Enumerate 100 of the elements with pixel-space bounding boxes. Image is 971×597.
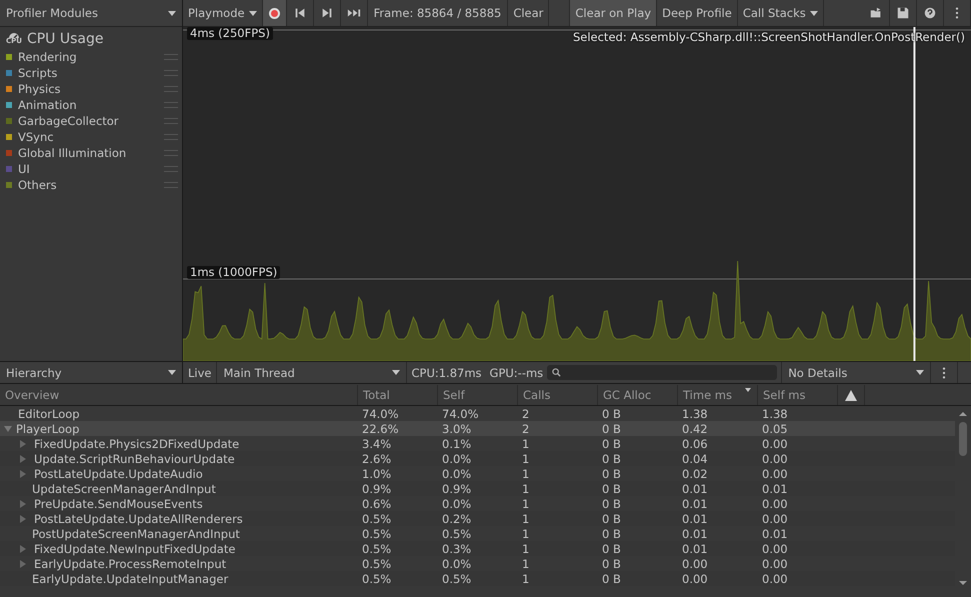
legend-item[interactable]: UI bbox=[0, 161, 182, 177]
tree-item-label: PreUpdate.SendMouseEvents bbox=[34, 496, 203, 510]
table-cell: 0.01 bbox=[682, 482, 708, 496]
table-cell: 0.5% bbox=[362, 526, 392, 540]
table-cell: 1 bbox=[522, 542, 530, 556]
module-title: CPU Usage bbox=[26, 31, 104, 47]
table-cell: 0.0% bbox=[442, 466, 472, 480]
table-cell: 1.38 bbox=[762, 406, 788, 420]
column-header[interactable]: GC Alloc bbox=[597, 385, 677, 405]
legend-item[interactable]: Rendering bbox=[0, 49, 182, 65]
column-header[interactable]: Total bbox=[357, 385, 437, 405]
legend-item[interactable]: Scripts bbox=[0, 65, 182, 81]
column-header[interactable]: Self ms bbox=[757, 385, 837, 405]
table-cell: 1 bbox=[522, 482, 530, 496]
tree-item-label: EditorLoop bbox=[18, 406, 80, 420]
call-stacks-dropdown[interactable]: Call Stacks bbox=[738, 0, 824, 26]
search-field[interactable] bbox=[547, 365, 778, 380]
scrollbar-thumb[interactable] bbox=[959, 422, 967, 456]
table-cell: 1 bbox=[522, 496, 530, 510]
table-cell: 0.02 bbox=[682, 466, 708, 480]
drag-handle-icon[interactable] bbox=[164, 54, 178, 60]
drag-handle-icon[interactable] bbox=[164, 182, 178, 188]
next-frame-icon bbox=[320, 6, 334, 20]
scroll-up-icon[interactable] bbox=[959, 412, 967, 416]
column-header[interactable]: Self bbox=[437, 385, 517, 405]
table-cell: 0.00 bbox=[762, 452, 788, 466]
graph-threshold-label: 4ms (250FPS) bbox=[187, 27, 273, 40]
tree-item-label: PostUpdateScreenManagerAndInput bbox=[32, 526, 240, 540]
table-cell: 0 B bbox=[602, 526, 621, 540]
legend-item[interactable]: VSync bbox=[0, 129, 182, 145]
table-cell: 2.6% bbox=[362, 452, 392, 466]
table-cell: 0 B bbox=[602, 482, 621, 496]
table-cell: 2 bbox=[522, 406, 530, 420]
caret-icon bbox=[168, 10, 176, 16]
table-cell: 1.0% bbox=[362, 466, 392, 480]
column-header[interactable]: Time ms bbox=[677, 385, 757, 405]
table-cell: 0.01 bbox=[762, 526, 788, 540]
drag-handle-icon[interactable] bbox=[164, 102, 178, 108]
legend-item[interactable]: GarbageCollector bbox=[0, 113, 182, 129]
warning-icon bbox=[845, 390, 857, 400]
table-cell: 0.42 bbox=[682, 422, 708, 436]
legend-item[interactable]: Global Illumination bbox=[0, 145, 182, 161]
table-cell: 0.00 bbox=[762, 496, 788, 510]
table-cell: 3.4% bbox=[362, 436, 392, 450]
table-cell: 0.5% bbox=[362, 556, 392, 570]
table-cell: 0.9% bbox=[362, 482, 392, 496]
table-cell: 0.5% bbox=[362, 572, 392, 586]
thread-dropdown[interactable]: Main Thread bbox=[217, 362, 408, 383]
warning-column-header[interactable] bbox=[837, 385, 865, 405]
table-cell: 1 bbox=[522, 466, 530, 480]
column-header[interactable]: Calls bbox=[517, 385, 597, 405]
table-cell: 0.3% bbox=[442, 542, 472, 556]
table-cell: 0.01 bbox=[682, 512, 708, 526]
scroll-down-icon[interactable] bbox=[959, 581, 967, 585]
table-cell: 1 bbox=[522, 556, 530, 570]
table-cell: 74.0% bbox=[442, 406, 479, 420]
table-cell: 0.00 bbox=[762, 512, 788, 526]
table-cell: 0.0% bbox=[442, 556, 472, 570]
drag-handle-icon[interactable] bbox=[164, 134, 178, 140]
drag-handle-icon[interactable] bbox=[164, 86, 178, 92]
tree-row[interactable]: PlayerLoop 22.6% 3.0% 2 0 B 0.42 0.05 bbox=[0, 421, 955, 436]
clear-button[interactable]: Clear bbox=[508, 0, 550, 26]
view-dropdown[interactable]: Hierarchy bbox=[0, 362, 183, 383]
tree-item-label: PostLateUpdate.UpdateAudio bbox=[34, 466, 203, 480]
table-cell: 3.0% bbox=[442, 422, 472, 436]
column-header[interactable]: Overview bbox=[0, 385, 357, 405]
table-cell: 0.00 bbox=[682, 556, 708, 570]
table-cell: 0.5% bbox=[442, 526, 472, 540]
tree-item-label: UpdateScreenManagerAndInput bbox=[32, 482, 216, 496]
table-cell: 0.00 bbox=[762, 572, 788, 586]
drag-handle-icon[interactable] bbox=[164, 70, 178, 76]
table-cell: 0.01 bbox=[762, 482, 788, 496]
live-button[interactable]: Live bbox=[183, 362, 218, 383]
tree-item-label: FixedUpdate.Physics2DFixedUpdate bbox=[34, 436, 240, 450]
modules-dropdown[interactable]: Profiler Modules bbox=[0, 0, 182, 26]
legend-item[interactable]: Physics bbox=[0, 81, 182, 97]
graph-threshold-label: 1ms (1000FPS) bbox=[187, 266, 280, 279]
tree-item-label: PostLateUpdate.UpdateAllRenderers bbox=[34, 512, 243, 526]
record-button[interactable] bbox=[262, 0, 287, 26]
caret-icon bbox=[916, 370, 924, 375]
load-icon bbox=[869, 6, 883, 20]
drag-handle-icon[interactable] bbox=[164, 166, 178, 172]
table-cell: 1 bbox=[522, 526, 530, 540]
table-cell: 0.0% bbox=[442, 496, 472, 510]
table-cell: 0.00 bbox=[762, 556, 788, 570]
drag-handle-icon[interactable] bbox=[164, 150, 178, 156]
table-cell: 0.01 bbox=[682, 542, 708, 556]
toggle-button[interactable]: Deep Profile bbox=[657, 0, 738, 26]
legend-item[interactable]: Others bbox=[0, 177, 182, 193]
table-cell: 0 B bbox=[602, 572, 621, 586]
table-cell: 0.1% bbox=[442, 436, 472, 450]
drag-handle-icon[interactable] bbox=[164, 118, 178, 124]
legend-item[interactable]: Animation bbox=[0, 97, 182, 113]
table-cell: 0.00 bbox=[762, 466, 788, 480]
toggle-button[interactable]: Clear on Play bbox=[570, 0, 658, 26]
caret-icon bbox=[392, 370, 400, 375]
caret-icon bbox=[168, 370, 176, 375]
details-dropdown[interactable]: No Details bbox=[781, 362, 932, 383]
gpu-time-label: GPU:--ms bbox=[488, 366, 544, 380]
table-cell: 0.0% bbox=[442, 452, 472, 466]
